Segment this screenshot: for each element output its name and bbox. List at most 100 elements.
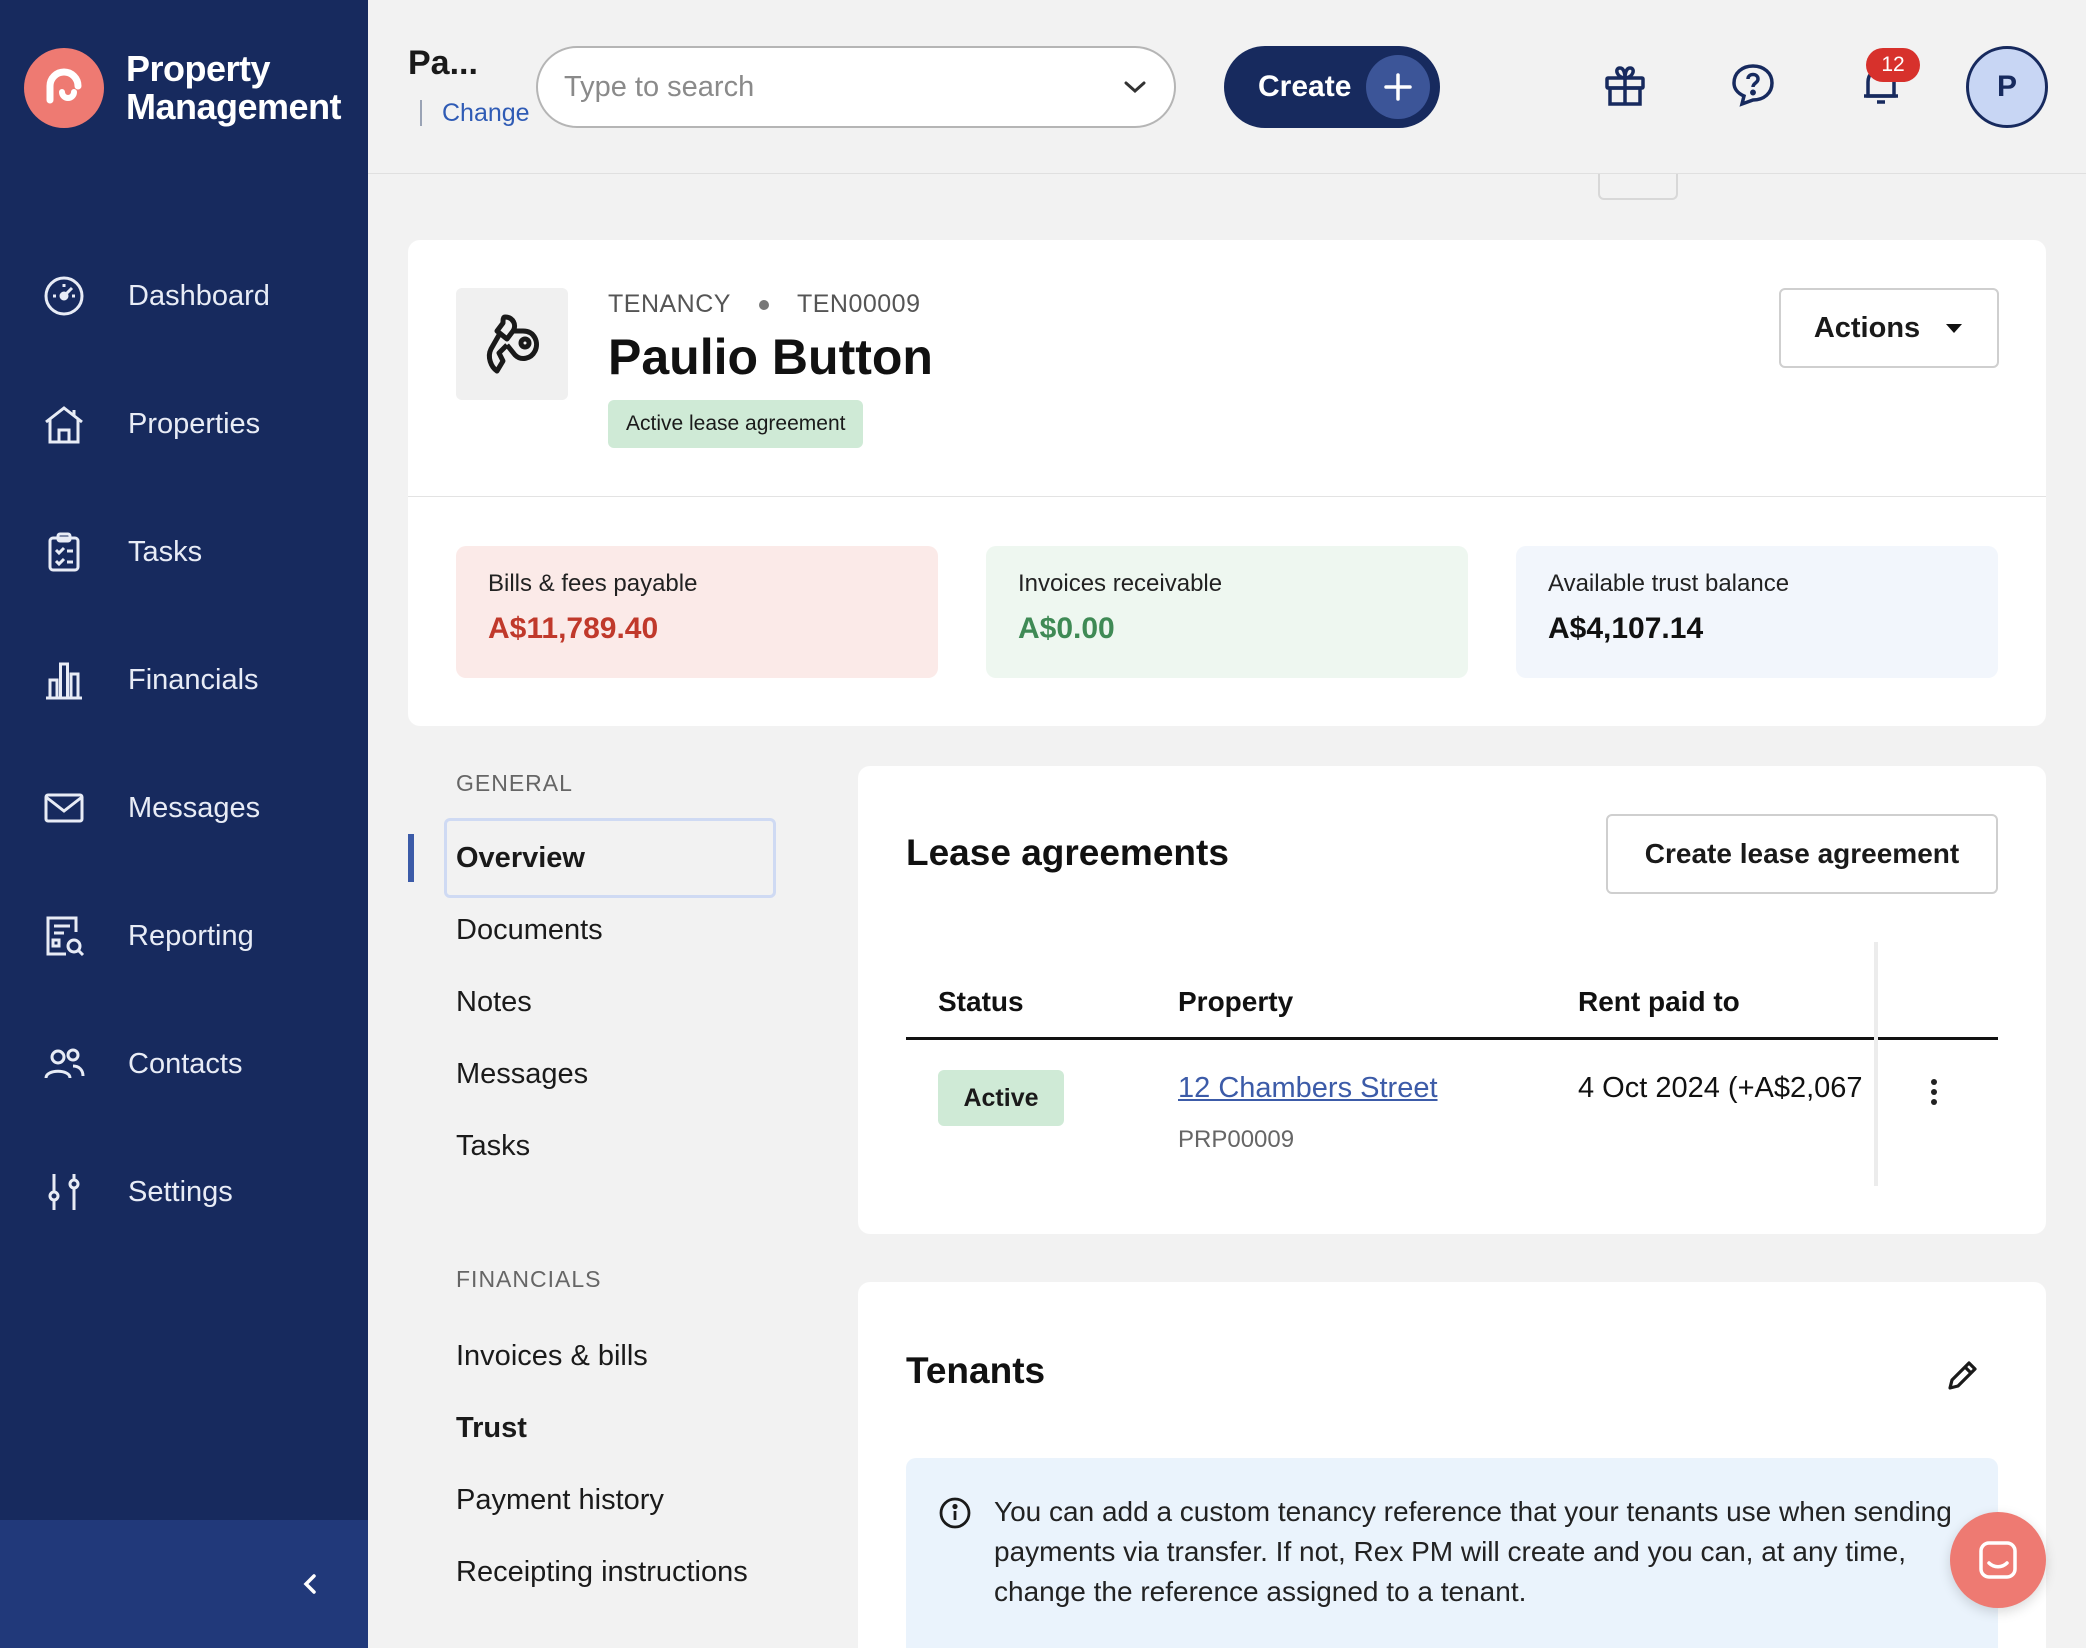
sidebar-item-label: Dashboard bbox=[128, 279, 270, 312]
sidebar-item-label: Settings bbox=[128, 1175, 233, 1208]
subnav-item-receipting-instructions[interactable]: Receipting instructions bbox=[456, 1556, 748, 1589]
search-placeholder: Type to search bbox=[564, 70, 755, 103]
lease-status-badge: Active lease agreement bbox=[608, 400, 864, 448]
sidebar-item-financials[interactable]: Financials bbox=[0, 616, 368, 744]
subnav-item-invoices-bills[interactable]: Invoices & bills bbox=[456, 1340, 648, 1373]
bar-chart-icon bbox=[40, 656, 88, 704]
subnav-item-payment-history[interactable]: Payment history bbox=[456, 1484, 664, 1517]
stat-trust-balance[interactable]: Available trust balance A$4,107.14 bbox=[1516, 546, 1998, 678]
sidebar-item-label: Properties bbox=[128, 407, 261, 440]
report-search-icon bbox=[40, 912, 88, 960]
stat-bills-payable[interactable]: Bills & fees payable A$11,789.40 bbox=[456, 546, 938, 678]
sidebar-item-label: Contacts bbox=[128, 1047, 243, 1080]
stat-label: Invoices receivable bbox=[1018, 570, 1223, 597]
brand[interactable]: Property Management bbox=[24, 48, 342, 128]
collapse-sidebar-button[interactable] bbox=[290, 1564, 330, 1604]
sidebar-item-settings[interactable]: Settings bbox=[0, 1128, 368, 1256]
record-code: TEN00009 bbox=[796, 290, 921, 318]
context-title: Pa... bbox=[408, 44, 478, 82]
sidebar-item-tasks[interactable]: Tasks bbox=[0, 488, 368, 616]
search-input[interactable]: Type to search bbox=[536, 46, 1176, 128]
actions-label: Actions bbox=[1813, 311, 1921, 344]
lease-agreements-title: Lease agreements bbox=[906, 832, 1229, 873]
envelope-icon bbox=[40, 784, 88, 832]
context-switcher: Pa... Change bbox=[408, 44, 530, 126]
caret-down-icon bbox=[1946, 324, 1963, 333]
sidebar-item-label: Messages bbox=[128, 791, 261, 824]
clipboard-icon bbox=[40, 528, 88, 576]
stat-label: Available trust balance bbox=[1548, 570, 1790, 597]
chevron-left-icon bbox=[303, 1574, 316, 1594]
stat-label: Bills & fees payable bbox=[488, 570, 698, 597]
subnav-item-tasks[interactable]: Tasks bbox=[456, 1130, 530, 1163]
sidebar-item-label: Financials bbox=[128, 663, 259, 696]
create-label: Create bbox=[1258, 70, 1352, 103]
column-header-status[interactable]: Status bbox=[938, 986, 1024, 1018]
column-header-property[interactable]: Property bbox=[1178, 986, 1293, 1018]
sidebar-item-dashboard[interactable]: Dashboard bbox=[0, 232, 368, 360]
sidebar-item-reporting[interactable]: Reporting bbox=[0, 872, 368, 1000]
sidebar: Property Management Dashboard Properties… bbox=[0, 0, 368, 1648]
create-button[interactable]: Create bbox=[1224, 46, 1440, 128]
actions-dropdown-button[interactable]: Actions bbox=[1779, 288, 1999, 368]
tenancy-record-card: TENANCY TEN00009 Paulio Button Active le… bbox=[408, 240, 2046, 726]
info-icon bbox=[939, 1497, 971, 1529]
change-context-link[interactable]: Change bbox=[420, 100, 530, 126]
avatar[interactable]: P bbox=[1966, 46, 2048, 128]
tenants-card: Tenants You can add a custom tenancy ref… bbox=[858, 1282, 2046, 1648]
chevron-down-icon bbox=[1124, 81, 1146, 94]
help-icon[interactable] bbox=[1728, 60, 1778, 110]
keys-icon bbox=[456, 288, 568, 400]
pencil-icon[interactable] bbox=[1938, 1352, 1986, 1400]
subnav-item-overview[interactable]: Overview bbox=[456, 842, 585, 875]
separator-dot bbox=[758, 299, 769, 310]
subnav-heading-general: GENERAL bbox=[456, 770, 573, 796]
subnav-heading-financials: FINANCIALS bbox=[456, 1266, 602, 1292]
rent-paid-to-value: 4 Oct 2024 (+A$2,067 bbox=[1578, 1072, 1863, 1104]
dashboard-icon bbox=[40, 272, 88, 320]
stat-invoices-receivable[interactable]: Invoices receivable A$0.00 bbox=[986, 546, 1468, 678]
brand-logo-icon bbox=[24, 48, 104, 128]
hidden-toolbar-button[interactable] bbox=[1598, 174, 1678, 200]
stat-value: A$11,789.40 bbox=[488, 612, 659, 645]
sidebar-item-label: Reporting bbox=[128, 919, 254, 952]
record-type: TENANCY bbox=[608, 290, 731, 318]
notification-count-badge: 12 bbox=[1866, 48, 1920, 82]
sidebar-item-messages[interactable]: Messages bbox=[0, 744, 368, 872]
stat-value: A$0.00 bbox=[1018, 612, 1115, 645]
property-code: PRP00009 bbox=[1178, 1126, 1295, 1153]
status-badge: Active bbox=[938, 1070, 1064, 1126]
house-icon bbox=[40, 400, 88, 448]
tenancy-reference-info: You can add a custom tenancy reference t… bbox=[906, 1458, 1998, 1648]
sidebar-item-label: Tasks bbox=[128, 535, 203, 568]
sidebar-item-properties[interactable]: Properties bbox=[0, 360, 368, 488]
stat-value: A$4,107.14 bbox=[1548, 612, 1704, 645]
sidebar-item-contacts[interactable]: Contacts bbox=[0, 1000, 368, 1128]
subnav-item-trust[interactable]: Trust bbox=[456, 1412, 527, 1445]
brand-line-2: Management bbox=[126, 86, 342, 127]
lease-agreements-card: Lease agreements Create lease agreement … bbox=[858, 766, 2046, 1234]
property-link[interactable]: 12 Chambers Street bbox=[1178, 1072, 1438, 1105]
subnav-item-documents[interactable]: Documents bbox=[456, 914, 603, 947]
sidebar-footer bbox=[0, 1520, 368, 1648]
record-meta: TENANCY TEN00009 bbox=[608, 290, 921, 319]
brand-name: Property Management bbox=[126, 48, 342, 127]
chat-icon[interactable] bbox=[1950, 1512, 2046, 1608]
row-more-options-icon[interactable] bbox=[1918, 1070, 1950, 1114]
create-lease-agreement-button[interactable]: Create lease agreement bbox=[1606, 814, 1998, 894]
record-title: Paulio Button bbox=[608, 329, 933, 385]
people-icon bbox=[40, 1040, 88, 1088]
table-header-divider bbox=[906, 1037, 1998, 1040]
tenants-title: Tenants bbox=[906, 1350, 1046, 1391]
subnav-item-notes[interactable]: Notes bbox=[456, 986, 532, 1019]
brand-line-1: Property bbox=[126, 48, 271, 89]
column-resize-handle[interactable] bbox=[1874, 942, 1878, 1186]
column-header-rent-paid-to[interactable]: Rent paid to bbox=[1578, 986, 1740, 1018]
subnav-item-messages[interactable]: Messages bbox=[456, 1058, 588, 1091]
plus-icon bbox=[1366, 55, 1430, 119]
top-bar: Pa... Change Type to search Create 12 P bbox=[368, 0, 2086, 174]
gift-icon[interactable] bbox=[1600, 60, 1650, 110]
info-message: You can add a custom tenancy reference t… bbox=[994, 1496, 1952, 1607]
active-indicator bbox=[408, 834, 414, 882]
main-nav: Dashboard Properties Tasks Financials Me… bbox=[0, 232, 368, 1256]
